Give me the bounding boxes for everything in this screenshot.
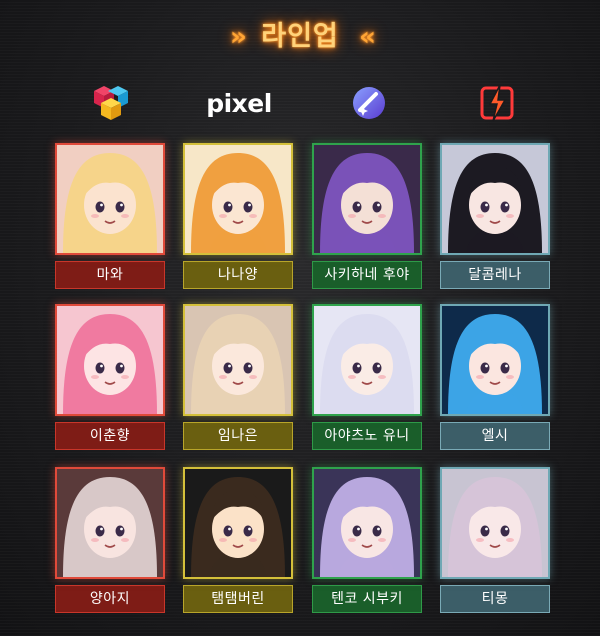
member-card[interactable]: 양아지 [55, 467, 165, 613]
member-card[interactable]: 마와 [55, 143, 165, 289]
member-portrait[interactable] [183, 304, 293, 416]
member-name: 이춘향 [55, 422, 165, 450]
member-portrait[interactable] [440, 304, 550, 416]
member-card[interactable]: 임나은 [183, 304, 293, 450]
member-name: 티몽 [440, 585, 550, 613]
member-card[interactable]: 아야츠노 유니 [312, 304, 422, 450]
member-card[interactable]: 텐코 시부키 [312, 467, 422, 613]
member-portrait[interactable] [55, 304, 165, 416]
star-circle-logo-icon [353, 87, 385, 119]
member-card[interactable]: 탬탬버린 [183, 467, 293, 613]
star-circle-logo [313, 83, 425, 123]
member-card[interactable]: 이춘향 [55, 304, 165, 450]
title-right-chevrons: « [359, 22, 376, 52]
member-portrait[interactable] [183, 143, 293, 255]
member-card[interactable]: 나나양 [183, 143, 293, 289]
title-left-chevrons: » [230, 22, 247, 52]
cube-logo-icon [94, 86, 128, 120]
member-portrait[interactable] [312, 467, 422, 579]
member-portrait[interactable] [440, 467, 550, 579]
cube-logo [52, 83, 164, 123]
member-name: 텐코 시부키 [312, 585, 422, 613]
pixel-logo-text: pixel [206, 88, 272, 118]
lineup-title: » 라인업 « [0, 14, 600, 53]
member-card[interactable]: 티몽 [440, 467, 550, 613]
lineup-title-text: 라인업 [261, 21, 339, 52]
member-name: 나나양 [183, 261, 293, 289]
member-name: 임나은 [183, 422, 293, 450]
member-portrait[interactable] [55, 467, 165, 579]
member-portrait[interactable] [440, 143, 550, 255]
member-name: 탬탬버린 [183, 585, 293, 613]
member-name: 아야츠노 유니 [312, 422, 422, 450]
member-name: 사키하네 후야 [312, 261, 422, 289]
member-portrait[interactable] [183, 467, 293, 579]
member-portrait[interactable] [312, 143, 422, 255]
member-name: 마와 [55, 261, 165, 289]
member-card[interactable]: 달콤레나 [440, 143, 550, 289]
member-name: 엘시 [440, 422, 550, 450]
member-card[interactable]: 엘시 [440, 304, 550, 450]
lightning-logo-icon [480, 84, 514, 122]
member-portrait[interactable] [55, 143, 165, 255]
pixel-logo: pixel [183, 83, 295, 123]
lightning-logo [441, 83, 553, 123]
member-name: 달콤레나 [440, 261, 550, 289]
member-name: 양아지 [55, 585, 165, 613]
member-portrait[interactable] [312, 304, 422, 416]
member-card[interactable]: 사키하네 후야 [312, 143, 422, 289]
